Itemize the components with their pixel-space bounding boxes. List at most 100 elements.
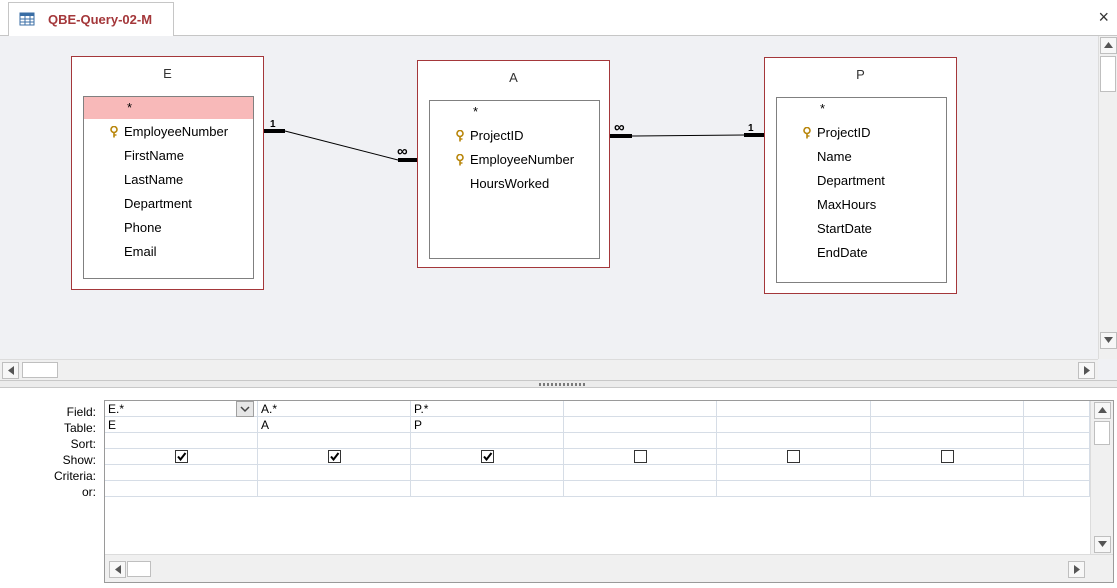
scroll-thumb[interactable] xyxy=(1094,421,1110,445)
field-item-start-date[interactable]: StartDate xyxy=(777,218,946,240)
grid-cell-sort[interactable] xyxy=(1024,433,1090,449)
grid-cell-criteria[interactable] xyxy=(1024,465,1090,481)
grid-cell-or[interactable] xyxy=(871,481,1024,497)
close-icon[interactable]: × xyxy=(1098,8,1109,26)
field-item-email[interactable]: Email xyxy=(84,241,253,263)
grid-vertical-scrollbar[interactable] xyxy=(1090,401,1113,554)
grid-cell-sort[interactable] xyxy=(105,433,258,449)
relationship-line-e-a-diag[interactable] xyxy=(284,130,399,161)
grid-cell-field[interactable]: P.* xyxy=(411,401,564,417)
grid-cell-field[interactable] xyxy=(564,401,717,417)
grid-cell-field[interactable] xyxy=(871,401,1024,417)
grid-cell-field[interactable] xyxy=(1024,401,1090,417)
grid-cell-criteria[interactable] xyxy=(258,465,411,481)
field-item-department[interactable]: Department xyxy=(777,170,946,192)
grid-cell-or[interactable] xyxy=(1024,481,1090,497)
grid-cell-show[interactable] xyxy=(1024,449,1090,465)
field-item-end-date[interactable]: EndDate xyxy=(777,242,946,264)
query-tab-title: QBE-Query-02-M xyxy=(48,12,153,27)
grid-cell-sort[interactable] xyxy=(717,433,871,449)
field-item-all[interactable]: * xyxy=(430,101,599,123)
show-checkbox[interactable] xyxy=(941,450,954,463)
grid-cell-show[interactable] xyxy=(105,449,258,465)
grid-cell-table[interactable]: A xyxy=(258,417,411,433)
field-item-phone[interactable]: Phone xyxy=(84,217,253,239)
field-dropdown-button[interactable] xyxy=(236,401,254,417)
grid-cell-sort[interactable] xyxy=(564,433,717,449)
grid-cell-show[interactable] xyxy=(871,449,1024,465)
field-list-fields[interactable]: * ProjectID Name Department MaxHours Sta… xyxy=(776,97,947,283)
grid-cell-table[interactable]: P xyxy=(411,417,564,433)
show-checkbox[interactable] xyxy=(175,450,188,463)
scroll-up-button[interactable] xyxy=(1094,402,1111,419)
scroll-down-button[interactable] xyxy=(1094,536,1111,553)
grid-cell-field[interactable]: A.* xyxy=(258,401,411,417)
field-list-p[interactable]: P * ProjectID Name Department MaxHours S… xyxy=(764,57,957,294)
field-item-max-hours[interactable]: MaxHours xyxy=(777,194,946,216)
scroll-thumb[interactable] xyxy=(22,362,58,378)
scroll-left-button[interactable] xyxy=(2,362,19,379)
grid-cell-table[interactable] xyxy=(564,417,717,433)
row-label-criteria: Criteria: xyxy=(53,469,96,483)
field-list-e[interactable]: E * EmployeeNumber FirstName LastName De… xyxy=(71,56,264,290)
grid-cell-table[interactable]: E xyxy=(105,417,258,433)
scroll-up-button[interactable] xyxy=(1100,37,1117,54)
show-checkbox[interactable] xyxy=(481,450,494,463)
grid-cell-criteria[interactable] xyxy=(717,465,871,481)
field-item-last-name[interactable]: LastName xyxy=(84,169,253,191)
show-checkbox[interactable] xyxy=(328,450,341,463)
pane-splitter[interactable] xyxy=(0,380,1117,388)
grid-cell-or[interactable] xyxy=(564,481,717,497)
vertical-scrollbar[interactable] xyxy=(1098,36,1117,359)
field-list-title: E xyxy=(163,66,172,81)
grid-cell-show[interactable] xyxy=(411,449,564,465)
show-checkbox[interactable] xyxy=(634,450,647,463)
show-checkbox[interactable] xyxy=(787,450,800,463)
grid-cell-sort[interactable] xyxy=(411,433,564,449)
field-item-employee-number[interactable]: EmployeeNumber xyxy=(84,121,253,143)
scroll-left-button[interactable] xyxy=(109,561,126,578)
grid-cell-show[interactable] xyxy=(717,449,871,465)
grid-cell-or[interactable] xyxy=(258,481,411,497)
grid-cell-table[interactable] xyxy=(871,417,1024,433)
field-name: MaxHours xyxy=(817,197,877,212)
grid-cell-field[interactable] xyxy=(717,401,871,417)
grid-horizontal-scrollbar[interactable] xyxy=(105,554,1113,582)
scroll-right-button[interactable] xyxy=(1078,362,1095,379)
field-item-project-id[interactable]: ProjectID xyxy=(777,122,946,144)
field-item-project-id[interactable]: ProjectID xyxy=(430,125,599,147)
field-item-employee-number[interactable]: EmployeeNumber xyxy=(430,149,599,171)
grid-cell-sort[interactable] xyxy=(258,433,411,449)
grid-cell-show[interactable] xyxy=(564,449,717,465)
field-item-name[interactable]: Name xyxy=(777,146,946,168)
scroll-right-button[interactable] xyxy=(1068,561,1085,578)
field-list-fields[interactable]: * ProjectID EmployeeNumber HoursWorked xyxy=(429,100,600,259)
splitter-grip[interactable] xyxy=(539,383,587,386)
grid-cell-criteria[interactable] xyxy=(411,465,564,481)
grid-cell-criteria[interactable] xyxy=(105,465,258,481)
horizontal-scrollbar[interactable] xyxy=(0,359,1098,380)
scroll-thumb[interactable] xyxy=(1100,56,1116,92)
grid-cell-sort[interactable] xyxy=(871,433,1024,449)
grid-cell-or[interactable] xyxy=(105,481,258,497)
relationship-line-a-p[interactable] xyxy=(631,134,745,137)
query-tab[interactable]: QBE-Query-02-M xyxy=(8,2,174,36)
grid-cell-show[interactable] xyxy=(258,449,411,465)
scroll-thumb[interactable] xyxy=(127,561,151,577)
grid-cell-criteria[interactable] xyxy=(871,465,1024,481)
design-grid[interactable]: E.* E A.* A P.* P xyxy=(104,400,1114,583)
grid-cell-criteria[interactable] xyxy=(564,465,717,481)
field-item-all[interactable]: * xyxy=(84,97,253,119)
grid-cell-table[interactable] xyxy=(717,417,871,433)
scroll-down-button[interactable] xyxy=(1100,332,1117,349)
field-list-fields[interactable]: * EmployeeNumber FirstName LastName Depa… xyxy=(83,96,254,279)
field-item-hours-worked[interactable]: HoursWorked xyxy=(430,173,599,195)
field-list-a[interactable]: A * ProjectID EmployeeNumber HoursWorked xyxy=(417,60,610,268)
grid-cell-table[interactable] xyxy=(1024,417,1090,433)
grid-cell-or[interactable] xyxy=(717,481,871,497)
field-item-first-name[interactable]: FirstName xyxy=(84,145,253,167)
grid-cell-or[interactable] xyxy=(411,481,564,497)
table-relationship-pane[interactable]: 1 ∞ ∞ 1 E * EmployeeNumber FirstName Las… xyxy=(0,36,1117,380)
field-item-department[interactable]: Department xyxy=(84,193,253,215)
field-item-all[interactable]: * xyxy=(777,98,946,120)
